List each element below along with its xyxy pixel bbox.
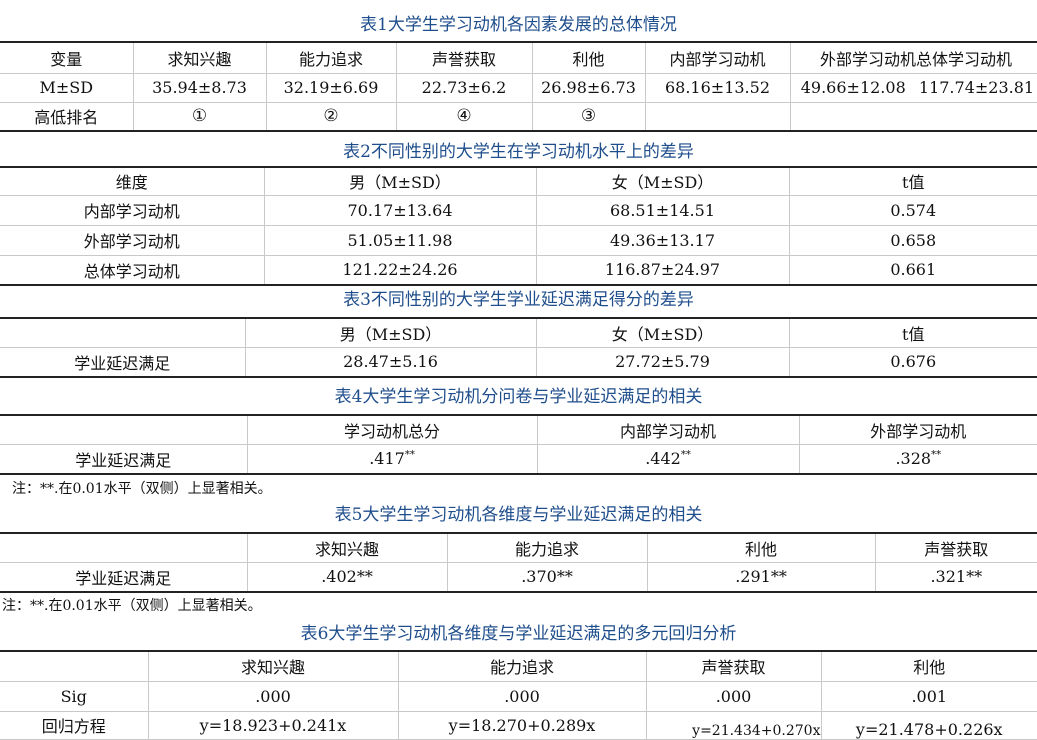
t2-cell: 49.36±13.17 [536,225,790,256]
t5-cell: .291** [647,562,876,593]
t1-msd-value: 32.19±6.69 [266,73,397,103]
t3-header-t: t值 [789,318,1037,348]
t5-header-empty [0,533,248,563]
t1-header-internal: 内部学习动机 [645,42,791,74]
t1-msd-label: M±SD [0,73,134,103]
t1-header-external: 外部学习动机 [790,42,916,74]
t4-header-total: 学习动机总分 [247,415,538,445]
table4-title: 表4大学生学习动机分问卷与学业延迟满足的相关 [334,387,703,407]
t4-header-internal: 内部学习动机 [537,415,800,445]
table3-title: 表3不同性别的大学生学业延迟满足得分的差异 [343,290,694,310]
t6-sig-label: Sig [0,681,149,712]
t2-header-dimension: 维度 [0,167,265,196]
t6-sig-cell: .001 [821,681,1037,712]
table5-title: 表5大学生学习动机各维度与学业延迟满足的相关 [334,505,703,525]
table2-title: 表2不同性别的大学生在学习动机水平上的差异 [343,142,694,162]
t5-header-altruism: 利他 [647,533,876,563]
t4-cell: .328** [799,444,1037,475]
t1-header-variable: 变量 [0,42,134,74]
t6-sig-cell: .000 [398,681,647,712]
t1-msd-value: 26.98±6.73 [532,73,646,103]
t1-msd-value: 49.66±12.08 [790,73,916,103]
t2-cell: 116.87±24.97 [536,255,790,286]
t1-rank-empty [916,102,1037,132]
table6-title: 表6大学生学习动机各维度与学业延迟满足的多元回归分析 [300,624,737,644]
t6-sig-cell: .000 [148,681,399,712]
t1-msd-value: 35.94±8.73 [133,73,267,103]
t3-row-label: 学业延迟满足 [0,347,246,378]
t5-cell: .321** [875,562,1037,593]
t1-rank-empty [790,102,916,132]
t2-row-label: 总体学习动机 [0,255,265,286]
table1-title: 表1大学生学习动机各因素发展的总体情况 [360,15,677,35]
t1-rank-value: ④ [396,102,533,132]
t1-header-ability: 能力追求 [266,42,397,74]
t2-header-t: t值 [789,167,1037,196]
t4-cell: .417** [247,444,538,475]
t3-cell: 0.676 [789,347,1037,378]
t6-header-ability: 能力追求 [398,651,647,682]
t6-header-altruism: 利他 [821,651,1037,682]
t2-cell: 0.574 [789,195,1037,226]
t1-rank-value: ① [133,102,267,132]
table1: 变量 求知兴趣 能力追求 声誉获取 利他 内部学习动机 外部学习动机 总体学习动… [0,41,1037,132]
t6-eq-cell: y=18.923+0.241x [148,711,399,740]
t6-eq-label: 回归方程 [0,711,149,740]
t3-cell: 28.47±5.16 [245,347,537,378]
t2-cell: 0.658 [789,225,1037,256]
t3-cell: 27.72±5.79 [536,347,790,378]
t2-row-label: 外部学习动机 [0,225,265,256]
t6-header-interest: 求知兴趣 [148,651,399,682]
t1-header-reputation: 声誉获取 [396,42,533,74]
t1-rank-label: 高低排名 [0,102,134,132]
t2-cell: 70.17±13.64 [264,195,537,226]
t3-header-empty [0,318,246,348]
t5-header-interest: 求知兴趣 [247,533,448,563]
t2-header-female: 女（M±SD） [536,167,790,196]
t2-header-male: 男（M±SD） [264,167,537,196]
t1-msd-value: 22.73±6.2 [396,73,533,103]
t2-cell: 121.22±24.26 [264,255,537,286]
t6-header-empty [0,651,149,682]
t5-row-label: 学业延迟满足 [0,562,248,593]
t6-eq-cell: y=18.270+0.289x [398,711,647,740]
table6: 求知兴趣 能力追求 声誉获取 利他 Sig .000 .000 .000 .00… [0,650,1037,740]
t4-cell: .442** [537,444,800,475]
t2-cell: 68.51±14.51 [536,195,790,226]
table2: 维度 男（M±SD） 女（M±SD） t值 内部学习动机 70.17±13.64… [0,166,1037,286]
t6-header-reputation: 声誉获取 [646,651,822,682]
t5-cell: .402** [247,562,448,593]
t6-sig-cell: .000 [646,681,822,712]
t4-header-external: 外部学习动机 [799,415,1037,445]
t2-row-label: 内部学习动机 [0,195,265,226]
t1-rank-value: ③ [532,102,646,132]
table3: 男（M±SD） 女（M±SD） t值 学业延迟满足 28.47±5.16 27.… [0,317,1037,378]
t1-header-overall: 总体学习动机 [916,42,1037,74]
t1-msd-value: 117.74±23.81 [916,73,1037,103]
t5-header-reputation: 声誉获取 [875,533,1037,563]
table4: 学习动机总分 内部学习动机 外部学习动机 学业延迟满足 .417** .442*… [0,414,1037,475]
table5-note: 注：**.在0.01水平（双侧）上显著相关。 [2,598,262,614]
t4-header-empty [0,415,248,445]
t5-header-ability: 能力追求 [447,533,648,563]
t4-row-label: 学业延迟满足 [0,444,248,475]
t1-msd-value: 68.16±13.52 [645,73,791,103]
t1-rank-empty [645,102,791,132]
t1-rank-value: ② [266,102,397,132]
t6-eq-cell: y=21.434+0.270x [646,711,822,740]
t1-header-altruism: 利他 [532,42,646,74]
t3-header-female: 女（M±SD） [536,318,790,348]
table4-note: 注：**.在0.01水平（双侧）上显著相关。 [12,481,272,497]
t6-eq-cell: y=21.478+0.226x [821,711,1037,740]
t2-cell: 51.05±11.98 [264,225,537,256]
t1-header-interest: 求知兴趣 [133,42,267,74]
t3-header-male: 男（M±SD） [245,318,537,348]
t5-cell: .370** [447,562,648,593]
t2-cell: 0.661 [789,255,1037,286]
table5: 求知兴趣 能力追求 利他 声誉获取 学业延迟满足 .402** .370** .… [0,532,1037,593]
